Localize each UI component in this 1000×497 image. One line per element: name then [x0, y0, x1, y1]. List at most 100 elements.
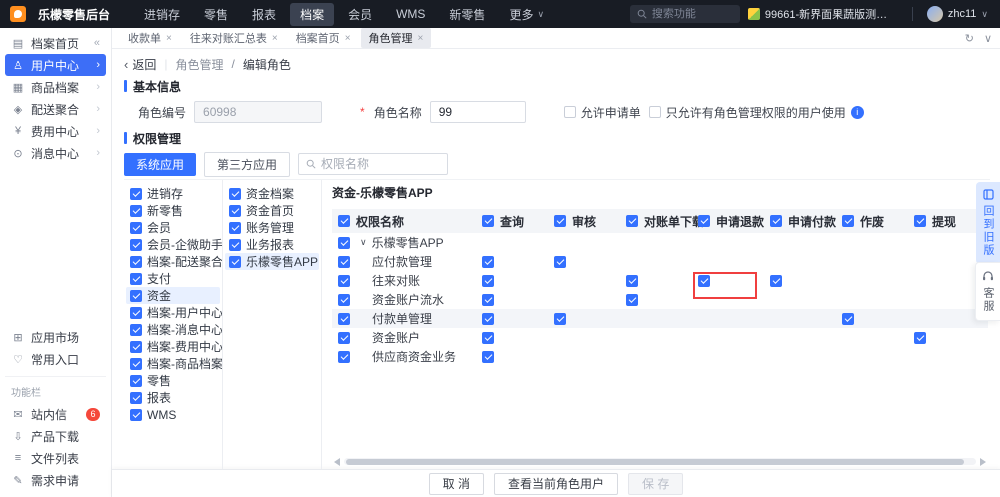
module-item[interactable]: 进销存 — [126, 185, 220, 202]
checkbox-icon[interactable] — [130, 409, 142, 421]
close-icon[interactable]: × — [418, 33, 424, 44]
checkbox-icon[interactable] — [482, 294, 494, 306]
module-item[interactable]: 零售 — [126, 372, 220, 389]
sidebar-item[interactable]: ⇩产品下载 — [5, 425, 106, 447]
topbar-menu-item[interactable]: 更多∨ — [499, 3, 554, 26]
checkbox-icon[interactable] — [229, 239, 241, 251]
checkbox-icon[interactable] — [698, 215, 710, 227]
checkbox-icon[interactable] — [770, 215, 782, 227]
module-item[interactable]: 档案-配送聚合 — [126, 253, 220, 270]
back-to-old-version-tab[interactable]: 回到旧版 — [976, 182, 1000, 264]
scrollbar-thumb[interactable] — [346, 459, 964, 465]
checkbox-icon[interactable] — [626, 294, 638, 306]
restrict-checkbox[interactable]: 只允许有角色管理权限的用户使用 i — [649, 104, 864, 121]
close-icon[interactable]: × — [272, 33, 278, 44]
checkbox-icon[interactable] — [229, 256, 241, 268]
checkbox-icon[interactable] — [338, 313, 350, 325]
topbar-menu-item[interactable]: WMS — [386, 3, 435, 26]
checkbox-icon[interactable] — [130, 358, 142, 370]
checkbox-icon[interactable] — [130, 290, 142, 302]
sidebar-item[interactable]: ¥费用中心› — [5, 120, 106, 142]
checkbox-icon[interactable] — [338, 215, 350, 227]
checkbox-icon[interactable] — [130, 392, 142, 404]
topbar-menu-item[interactable]: 会员 — [338, 3, 382, 26]
tab-item[interactable]: 收款单× — [120, 28, 180, 48]
checkbox-icon[interactable] — [482, 332, 494, 344]
checkbox-icon[interactable] — [229, 205, 241, 217]
close-icon[interactable]: × — [345, 33, 351, 44]
perm-search-input[interactable] — [321, 157, 431, 171]
sidebar-item[interactable]: ▦商品档案› — [5, 76, 106, 98]
scroll-right-icon[interactable] — [980, 458, 986, 466]
refresh-icon[interactable]: ↻ — [965, 32, 974, 45]
checkbox-icon[interactable] — [914, 215, 926, 227]
role-name-input[interactable] — [430, 101, 526, 123]
module-item[interactable]: 支付 — [126, 270, 220, 287]
checkbox-icon[interactable] — [338, 237, 350, 249]
checkbox-icon[interactable] — [338, 275, 350, 287]
sidebar-item[interactable]: ≡文件列表 — [5, 447, 106, 469]
checkbox-icon[interactable] — [130, 324, 142, 336]
scrollbar-track[interactable] — [344, 458, 976, 465]
module-item[interactable]: 档案-商品档案 — [126, 355, 220, 372]
scroll-left-icon[interactable] — [334, 458, 340, 466]
topbar-menu-item[interactable]: 档案 — [290, 3, 334, 26]
perm-row[interactable]: 资金账户 — [332, 328, 988, 347]
submodule-item[interactable]: 账务管理 — [225, 219, 319, 236]
user-menu[interactable]: zhc11 ∨ — [927, 6, 988, 22]
checkbox-icon[interactable] — [649, 106, 661, 118]
checkbox-icon[interactable] — [482, 351, 494, 363]
topbar-menu-item[interactable]: 报表 — [242, 3, 286, 26]
global-search-input[interactable] — [652, 8, 724, 20]
checkbox-icon[interactable] — [842, 313, 854, 325]
module-item[interactable]: 档案-费用中心 — [126, 338, 220, 355]
allow-apply-checkbox[interactable]: 允许申请单 — [564, 104, 641, 121]
view-role-users-button[interactable]: 查看当前角色用户 — [494, 473, 618, 495]
checkbox-icon[interactable] — [554, 313, 566, 325]
checkbox-icon[interactable] — [842, 215, 854, 227]
tab-third-party[interactable]: 第三方应用 — [204, 152, 290, 177]
checkbox-icon[interactable] — [482, 256, 494, 268]
role-code-input[interactable] — [194, 101, 322, 123]
tab-item[interactable]: 往来对账汇总表× — [182, 28, 286, 48]
customer-service-tab[interactable]: 客服 — [975, 262, 1000, 321]
collapse-sidebar-icon[interactable]: « — [94, 37, 100, 49]
submodule-item[interactable]: 资金档案 — [225, 185, 319, 202]
save-button[interactable]: 保 存 — [628, 473, 683, 495]
module-item[interactable]: 报表 — [126, 389, 220, 406]
module-item[interactable]: 档案-用户中心 — [126, 304, 220, 321]
checkbox-icon[interactable] — [482, 215, 494, 227]
checkbox-icon[interactable] — [482, 275, 494, 287]
perm-row[interactable]: 资金账户流水 — [332, 290, 988, 309]
checkbox-icon[interactable] — [130, 188, 142, 200]
perm-row[interactable]: 应付款管理 — [332, 252, 988, 271]
checkbox-icon[interactable] — [130, 307, 142, 319]
perm-row[interactable]: 付款单管理 — [332, 309, 988, 328]
sidebar-item[interactable]: ▤档案首页« — [5, 32, 106, 54]
checkbox-icon[interactable] — [338, 294, 350, 306]
checkbox-icon[interactable] — [229, 222, 241, 234]
checkbox-icon[interactable] — [698, 275, 710, 287]
sidebar-item[interactable]: ✉站内信6 — [5, 403, 106, 425]
checkbox-icon[interactable] — [229, 188, 241, 200]
sidebar-item[interactable]: ◈配送聚合› — [5, 98, 106, 120]
checkbox-icon[interactable] — [626, 275, 638, 287]
global-search[interactable] — [630, 5, 740, 23]
close-icon[interactable]: × — [166, 33, 172, 44]
checkbox-icon[interactable] — [130, 205, 142, 217]
info-icon[interactable]: i — [851, 106, 864, 119]
chevron-down-icon[interactable]: ∨ — [984, 32, 992, 45]
sidebar-item[interactable]: ♡常用入口 — [5, 348, 106, 370]
horizontal-scrollbar[interactable] — [334, 457, 986, 466]
cancel-button[interactable]: 取 消 — [429, 473, 484, 495]
store-selector[interactable]: 99661-新界面果蔬版测试-管理.. — [748, 6, 898, 22]
checkbox-icon[interactable] — [338, 332, 350, 344]
tab-item[interactable]: 角色管理× — [361, 28, 432, 48]
submodule-item[interactable]: 乐檬零售APP — [225, 253, 319, 270]
back-button[interactable]: ‹ 返回 — [124, 56, 156, 73]
perm-search[interactable] — [298, 153, 448, 175]
checkbox-icon[interactable] — [564, 106, 576, 118]
perm-row[interactable]: 供应商资金业务 — [332, 347, 988, 366]
tab-item[interactable]: 档案首页× — [288, 28, 359, 48]
checkbox-icon[interactable] — [130, 239, 142, 251]
